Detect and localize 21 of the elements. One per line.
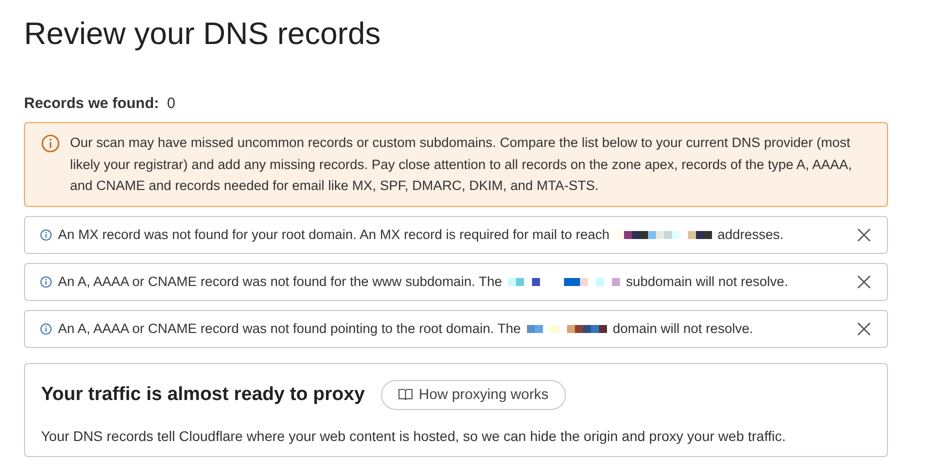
page-title: Review your DNS records [24,15,382,53]
records-found-label: Records we found: [24,95,160,112]
how-proxying-works-button[interactable]: How proxying works [380,380,566,410]
card-title: Your traffic is almost ready to proxy [41,384,365,406]
info-icon [41,134,60,153]
book-icon [398,388,413,401]
notice-text: An A, AAAA or CNAME record was not found pointing to the root domain. The [58,321,521,336]
close-button[interactable] [855,226,873,244]
card-description: Your DNS records tell Cloudflare where your web content is hosted, so we can hide the origin and proxy your web traffic. [41,428,787,444]
close-button[interactable] [855,272,873,290]
notice-text: An A, AAAA or CNAME record was not found for the www subdomain. The [58,274,502,289]
records-count: 0 [167,95,176,112]
notice-text: An MX record was not found for your root domain. An MX record is required for mail to reach [58,227,610,242]
info-icon [40,322,52,334]
info-icon [40,276,52,288]
close-button[interactable] [855,320,873,338]
notice-text: addresses. [718,227,784,242]
info-icon [40,228,52,240]
notice-text: domain will not resolve. [612,321,754,336]
notice-text: subdomain will not resolve. [626,274,788,289]
warning-text: Our scan may have missed uncommon records or custom subdomains. Compare the list below to your current DNS provider (most likely your registrar) and add any missing records. Pay close attention to all records on the zone apex, records of the type A, AAAA, and CNAME and records needed for email like MX, SPF, DMARC, DKIM, and MTA-STS. [70,134,853,195]
